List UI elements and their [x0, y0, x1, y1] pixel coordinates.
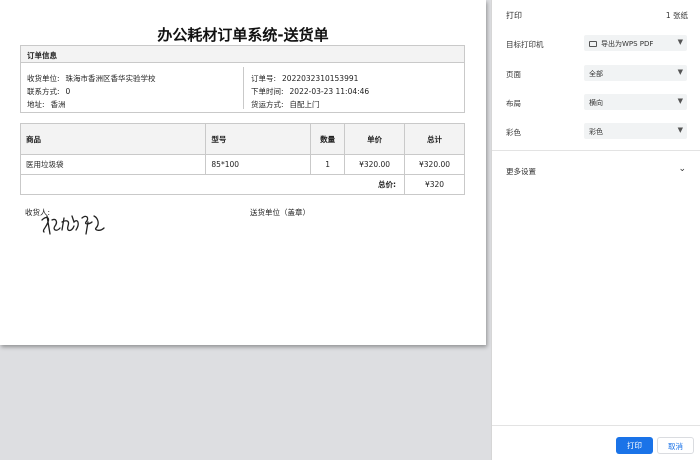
printer-icon [589, 41, 597, 47]
print-button[interactable]: 打印 [616, 437, 653, 454]
contact-row: 联系方式: 0 [27, 86, 70, 97]
receiver-unit-row: 收货单位: 珠海市香洲区香华实验学校 [27, 73, 156, 84]
color-select[interactable]: 彩色 ▼ [584, 123, 687, 139]
settings-divider [492, 150, 700, 151]
color-label: 彩色 [506, 128, 521, 137]
table-cell: ¥320.00 [404, 154, 465, 175]
print-settings-panel: 打印 1 张纸 目标打印机 导出为WPS PDF ▼ 页面 全部 ▼ 布局 横向… [491, 0, 700, 460]
contact-label: 联系方式: [27, 87, 60, 96]
items-table: 商品 型号 数量 单价 总计 医用垃圾袋 85*100 1 ¥320.00 ¥3… [19, 123, 465, 195]
column-header: 总计 [404, 123, 465, 155]
total-value: ¥320 [404, 174, 465, 195]
shipping-method-value: 自配上门 [289, 100, 320, 109]
address-label: 地址: [27, 100, 45, 109]
footer-divider [492, 425, 700, 426]
info-divider [243, 67, 244, 109]
table-header-row: 商品 型号 数量 单价 总计 [19, 123, 465, 155]
layout-select[interactable]: 横向 ▼ [584, 94, 687, 110]
receiver-unit-value: 珠海市香洲区香华实验学校 [65, 74, 156, 83]
more-settings-toggle[interactable]: 更多设置 [506, 166, 536, 177]
order-time-label: 下单时间: [251, 87, 284, 96]
pages-select[interactable]: 全部 ▼ [584, 65, 687, 81]
destination-value: 导出为WPS PDF [601, 40, 654, 48]
document-title: 办公耗材订单系统-送货单 [157, 26, 329, 44]
chevron-down-icon: ▼ [677, 38, 683, 46]
order-time-row: 下单时间: 2022-03-23 11:04:46 [251, 86, 369, 97]
column-header: 单价 [344, 123, 406, 155]
pages-value: 全部 [589, 70, 603, 78]
table-cell: ¥320.00 [344, 154, 406, 175]
layout-label: 布局 [506, 99, 521, 108]
contact-value: 0 [65, 87, 71, 96]
address-value: 香洲 [50, 100, 66, 109]
layout-value: 横向 [589, 99, 603, 107]
handwritten-signature [41, 215, 105, 235]
color-value: 彩色 [589, 128, 603, 136]
order-number-row: 订单号: 2022032310153991 [251, 73, 358, 84]
sender-stamp-label: 送货单位（盖章） [250, 208, 310, 217]
column-header: 数量 [310, 123, 346, 155]
column-header: 型号 [205, 123, 312, 155]
order-number-value: 2022032310153991 [282, 74, 359, 83]
receiver-unit-label: 收货单位: [27, 74, 60, 83]
expand-chevron-icon[interactable]: ⌄ [678, 164, 686, 174]
print-preview-area: 办公耗材订单系统-送货单 订单信息 收货单位: 珠海市香洲区香华实验学校 联系方式… [0, 0, 491, 460]
print-title: 打印 [506, 11, 522, 20]
table-row: 医用垃圾袋 85*100 1 ¥320.00 ¥320.00 [19, 154, 465, 175]
order-info-body: 收货单位: 珠海市香洲区香华实验学校 联系方式: 0 地址: 香洲 订单号: 20220… [20, 63, 465, 113]
table-cell: 85*100 [205, 154, 312, 175]
cancel-button[interactable]: 取消 [657, 437, 694, 454]
order-time-value: 2022-03-23 11:04:46 [289, 87, 370, 96]
sheet-count: 1 张纸 [665, 11, 688, 20]
order-number-label: 订单号: [251, 74, 277, 83]
destination-select[interactable]: 导出为WPS PDF ▼ [584, 35, 687, 51]
total-label: 总价: [19, 174, 406, 195]
shipping-method-label: 货运方式: [251, 100, 284, 109]
chevron-down-icon: ▼ [677, 126, 683, 134]
total-row: 总价: ¥320 [19, 174, 465, 195]
chevron-down-icon: ▼ [677, 97, 683, 105]
chevron-down-icon: ▼ [677, 68, 683, 76]
table-cell: 1 [310, 154, 346, 175]
preview-page: 办公耗材订单系统-送货单 订单信息 收货单位: 珠海市香洲区香华实验学校 联系方式… [0, 0, 486, 345]
address-row: 地址: 香洲 [27, 99, 66, 110]
column-header: 商品 [19, 123, 207, 155]
destination-label: 目标打印机 [506, 40, 544, 49]
pages-label: 页面 [506, 70, 521, 79]
order-info-header: 订单信息 [20, 45, 465, 63]
shipping-method-row: 货运方式: 自配上门 [251, 99, 320, 110]
table-cell: 医用垃圾袋 [19, 154, 207, 175]
order-info-header-label: 订单信息 [27, 51, 57, 60]
